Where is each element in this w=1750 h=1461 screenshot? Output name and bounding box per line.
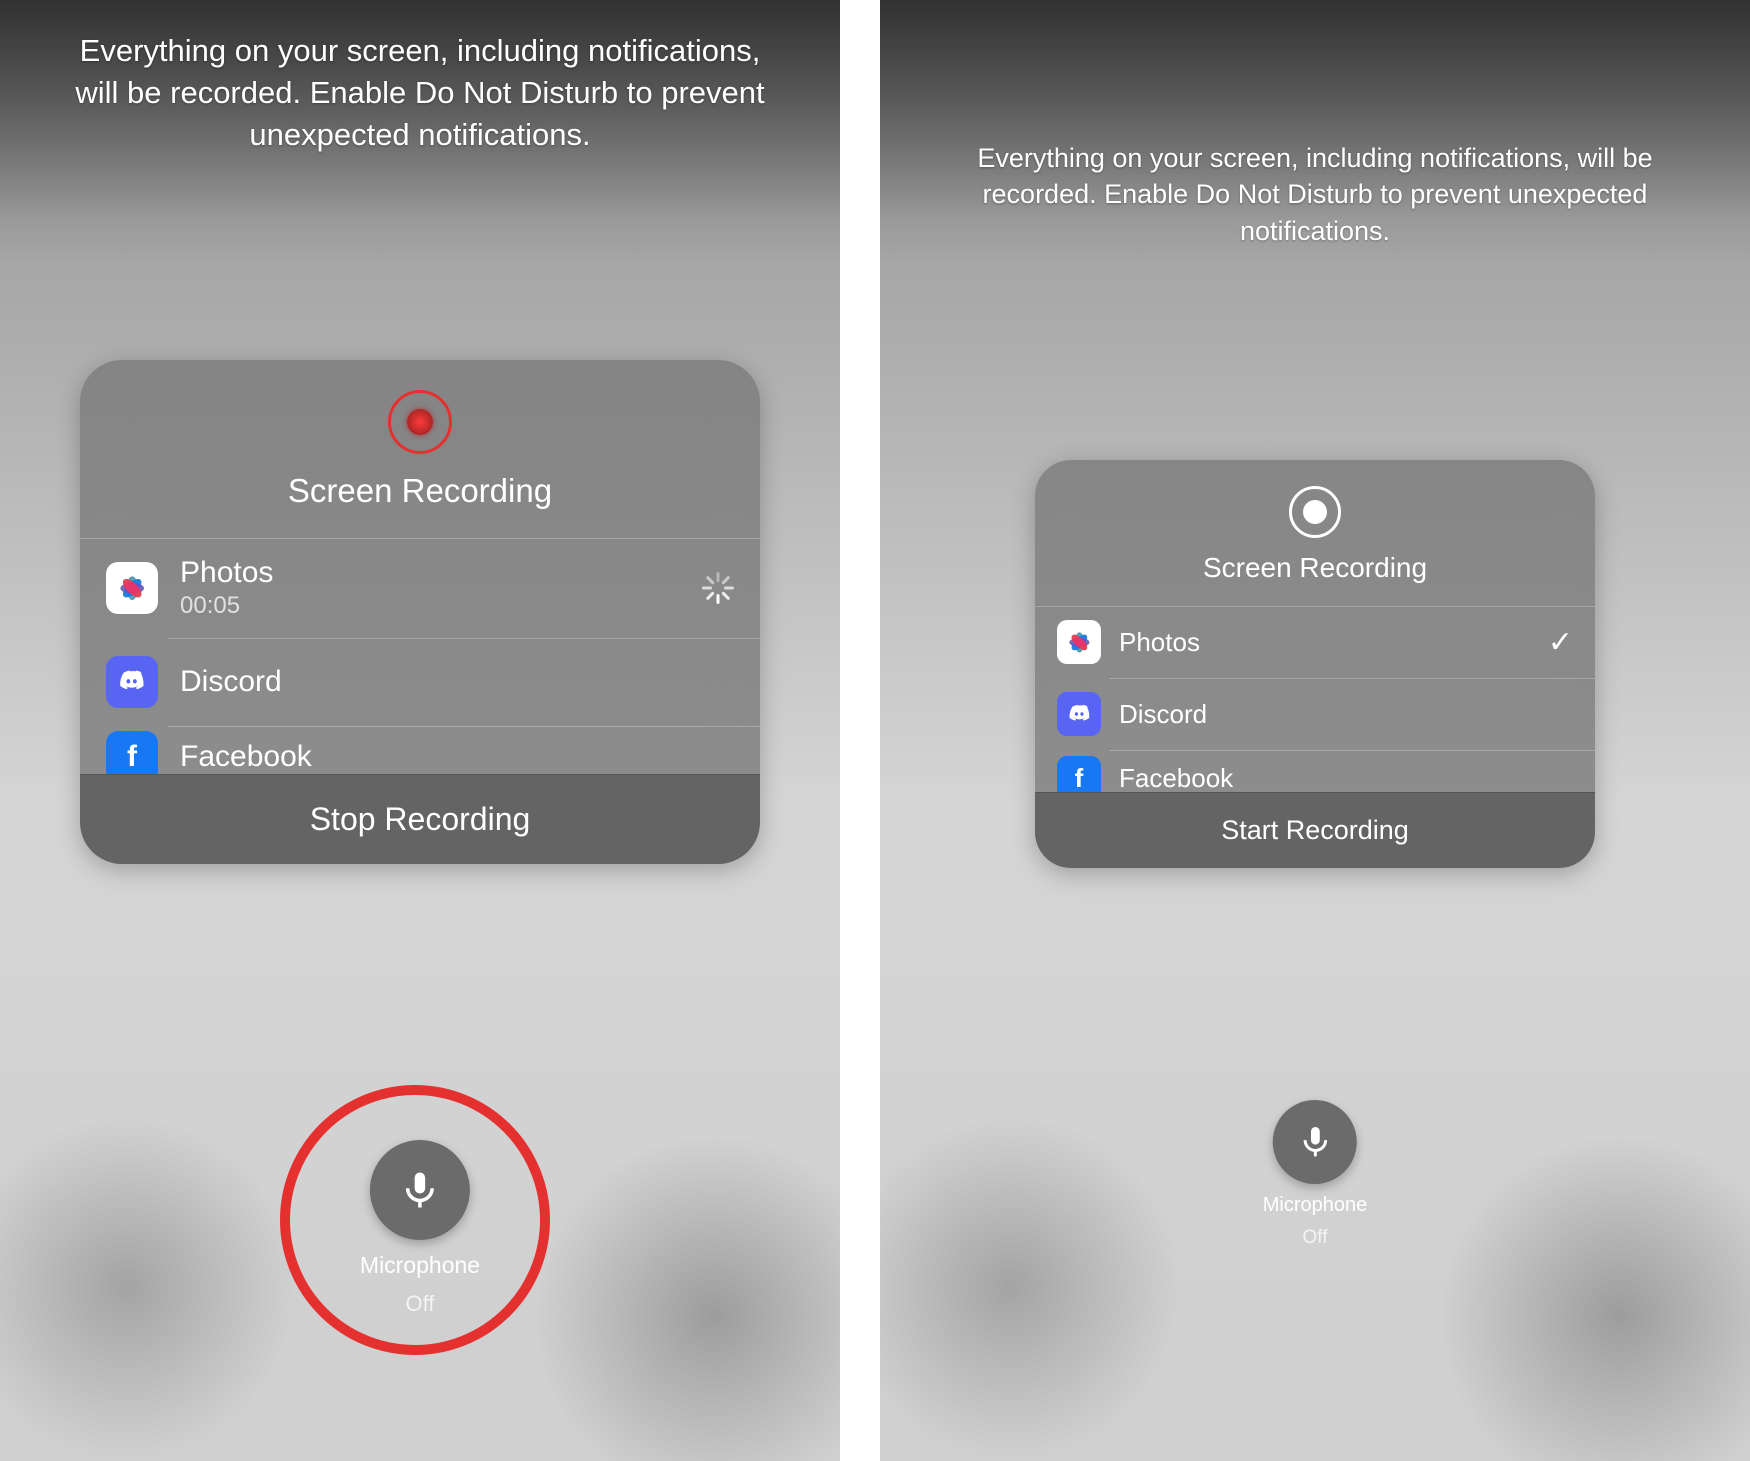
facebook-app-icon: f	[1057, 756, 1101, 792]
destination-label: Photos	[180, 556, 680, 590]
screen-recording-card: Screen Recording Photos 00:05	[80, 360, 760, 864]
checkmark-icon: ✓	[1548, 625, 1573, 660]
microphone-control: Microphone Off	[1263, 1100, 1368, 1249]
photos-app-icon	[106, 562, 158, 614]
screen-recording-card: Screen Recording Photos ✓	[1035, 460, 1595, 868]
discord-app-icon	[106, 656, 158, 708]
screen-recording-disclaimer: Everything on your screen, including not…	[0, 30, 840, 156]
recording-indicator-icon	[1289, 486, 1341, 538]
start-recording-button[interactable]: Start Recording	[1035, 792, 1595, 868]
recording-indicator-icon	[388, 390, 452, 454]
screenshot-recording-idle: Everything on your screen, including not…	[880, 0, 1750, 1461]
card-title: Screen Recording	[1203, 552, 1427, 584]
microphone-control: Microphone Off	[360, 1140, 480, 1317]
destination-label: Facebook	[1119, 763, 1573, 793]
screen-recording-disclaimer: Everything on your screen, including not…	[880, 140, 1750, 249]
destination-label: Discord	[1119, 699, 1573, 730]
microphone-icon	[1297, 1124, 1332, 1159]
microphone-toggle-button[interactable]	[1273, 1100, 1357, 1184]
destination-label: Discord	[180, 665, 734, 699]
card-title: Screen Recording	[288, 472, 552, 510]
card-header: Screen Recording	[80, 360, 760, 538]
destination-row-discord[interactable]: Discord	[80, 638, 760, 726]
microphone-label: Microphone	[1263, 1194, 1368, 1217]
microphone-label: Microphone	[360, 1252, 480, 1279]
stop-recording-button[interactable]: Stop Recording	[80, 774, 760, 864]
card-header: Screen Recording	[1035, 460, 1595, 606]
microphone-toggle-button[interactable]	[370, 1140, 470, 1240]
destination-row-facebook[interactable]: f Facebook	[1035, 750, 1595, 792]
destination-label: Photos	[1119, 627, 1530, 658]
discord-app-icon	[1057, 692, 1101, 736]
destination-row-photos[interactable]: Photos ✓	[1035, 606, 1595, 678]
microphone-state: Off	[1302, 1227, 1327, 1249]
destination-label: Facebook	[180, 740, 734, 774]
destination-row-photos[interactable]: Photos 00:05	[80, 538, 760, 638]
recording-elapsed-time: 00:05	[180, 592, 680, 620]
destination-row-discord[interactable]: Discord	[1035, 678, 1595, 750]
photos-app-icon	[1057, 620, 1101, 664]
destination-row-facebook[interactable]: f Facebook	[80, 726, 760, 774]
microphone-icon	[399, 1169, 441, 1211]
facebook-app-icon: f	[106, 731, 158, 774]
microphone-state: Off	[406, 1291, 435, 1317]
loading-spinner-icon	[702, 572, 734, 604]
screenshot-recording-active: Everything on your screen, including not…	[0, 0, 840, 1461]
